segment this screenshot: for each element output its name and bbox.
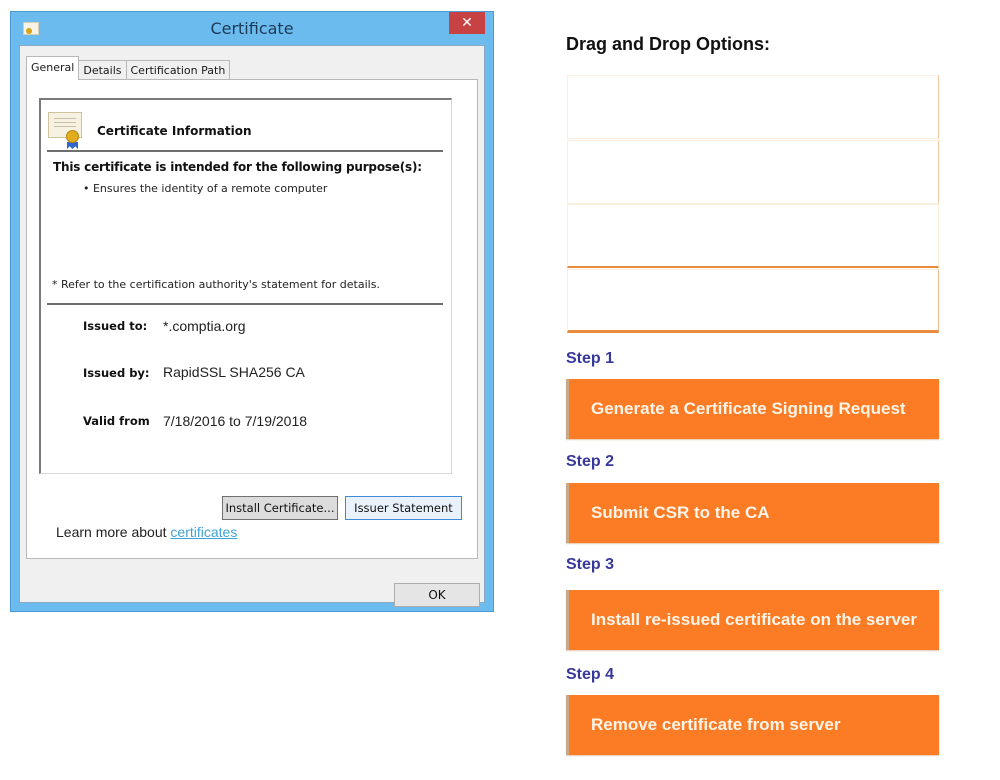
- tab-details[interactable]: Details: [78, 60, 127, 80]
- purpose-item: • Ensures the identity of a remote compu…: [83, 182, 328, 195]
- learn-more-prefix: Learn more about: [56, 524, 171, 540]
- valid-from-label: Valid from: [83, 414, 150, 428]
- step-1-item[interactable]: Generate a Certificate Signing Request: [566, 379, 939, 439]
- step-3-item[interactable]: Install re-issued certificate on the ser…: [566, 590, 939, 650]
- dialog-client: General Details Certification Path Certi…: [19, 45, 485, 607]
- drag-drop-title: Drag and Drop Options:: [566, 34, 770, 54]
- close-icon: ✕: [461, 15, 473, 31]
- tab-general[interactable]: General: [26, 56, 80, 80]
- title-bar[interactable]: Certificate ✕: [11, 12, 493, 45]
- window-title: Certificate: [210, 19, 294, 38]
- certificate-window: Certificate ✕ General Details Certificat…: [10, 11, 494, 612]
- option-slot-4[interactable]: [567, 269, 939, 333]
- divider: [47, 303, 443, 305]
- certificate-seal-icon: [48, 112, 82, 149]
- certificate-info-heading: Certificate Information: [97, 124, 252, 138]
- option-slot-2[interactable]: [567, 140, 939, 204]
- valid-from-value: 7/18/2016 to 7/19/2018: [163, 413, 308, 429]
- option-slot-1[interactable]: [567, 75, 939, 139]
- option-slot-3[interactable]: [567, 204, 939, 268]
- step-1-label: Step 1: [566, 350, 615, 367]
- issued-to-label: Issued to:: [83, 319, 148, 333]
- step-4-label: Step 4: [566, 666, 615, 683]
- tab-bar: General Details Certification Path: [26, 56, 231, 80]
- ok-button[interactable]: OK: [394, 583, 480, 607]
- refer-note: * Refer to the certification authority's…: [52, 278, 380, 291]
- issued-by-value: RapidSSL SHA256 CA: [163, 364, 305, 380]
- issued-to-value: *.comptia.org: [163, 318, 246, 334]
- certificate-info-panel: Certificate Information This certificate…: [39, 98, 452, 474]
- step-4-item[interactable]: Remove certificate from server: [566, 695, 939, 755]
- divider: [47, 150, 443, 152]
- issuer-statement-button[interactable]: Issuer Statement: [345, 496, 462, 520]
- certificates-link[interactable]: certificates: [170, 524, 237, 540]
- purpose-heading: This certificate is intended for the fol…: [53, 160, 422, 174]
- step-2-label: Step 2: [566, 453, 615, 470]
- learn-more-text: Learn more about certificates: [56, 524, 237, 540]
- install-certificate-button[interactable]: Install Certificate...: [222, 496, 338, 520]
- close-button[interactable]: ✕: [449, 12, 485, 34]
- general-tab-page: Certificate Information This certificate…: [26, 79, 478, 559]
- step-3-label: Step 3: [566, 556, 615, 573]
- tab-certification-path[interactable]: Certification Path: [125, 60, 231, 80]
- step-2-item[interactable]: Submit CSR to the CA: [566, 483, 939, 543]
- issued-by-label: Issued by:: [83, 366, 150, 380]
